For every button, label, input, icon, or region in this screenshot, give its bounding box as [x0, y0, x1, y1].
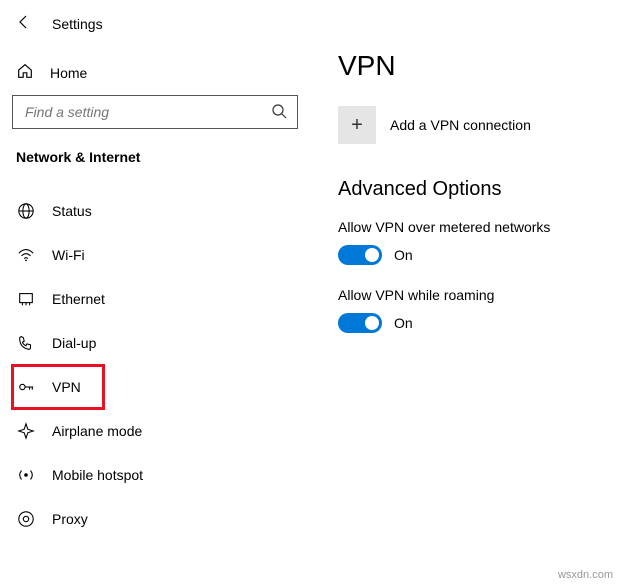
roaming-toggle[interactable]: [338, 313, 382, 333]
settings-title: Settings: [52, 16, 103, 32]
metered-label: Allow VPN over metered networks: [338, 219, 601, 235]
back-icon[interactable]: [16, 14, 32, 34]
sidebar-item-label: Ethernet: [52, 291, 105, 307]
home-link[interactable]: Home: [12, 54, 298, 95]
sidebar-item-hotspot[interactable]: Mobile hotspot: [12, 453, 298, 497]
phone-icon: [16, 334, 36, 352]
ethernet-icon: [16, 290, 36, 308]
home-label: Home: [50, 65, 87, 81]
watermark: wsxdn.com: [558, 569, 613, 581]
metered-toggle-row: On: [338, 245, 601, 265]
header: Settings: [12, 14, 298, 34]
sidebar-item-ethernet[interactable]: Ethernet: [12, 277, 298, 321]
sidebar-item-label: VPN: [52, 379, 81, 395]
page-title: VPN: [338, 50, 601, 82]
metered-toggle[interactable]: [338, 245, 382, 265]
content: VPN + Add a VPN connection Advanced Opti…: [310, 0, 621, 585]
section-label: Network & Internet: [12, 145, 298, 189]
roaming-label: Allow VPN while roaming: [338, 287, 601, 303]
hotspot-icon: [16, 466, 36, 484]
sidebar-item-label: Status: [52, 203, 92, 219]
sidebar-item-label: Airplane mode: [52, 423, 142, 439]
wifi-icon: [16, 246, 36, 264]
sidebar-item-wifi[interactable]: Wi-Fi: [12, 233, 298, 277]
airplane-icon: [16, 422, 36, 440]
vpn-icon: [16, 378, 36, 396]
search-icon: [271, 103, 287, 122]
sidebar-item-dialup[interactable]: Dial-up: [12, 321, 298, 365]
search-box[interactable]: [12, 95, 298, 129]
sidebar-item-airplane[interactable]: Airplane mode: [12, 409, 298, 453]
globe-icon: [16, 202, 36, 220]
roaming-toggle-row: On: [338, 313, 601, 333]
metered-state: On: [394, 247, 413, 263]
advanced-heading: Advanced Options: [338, 178, 601, 201]
add-vpn-label: Add a VPN connection: [390, 117, 531, 133]
sidebar-item-label: Dial-up: [52, 335, 96, 351]
sidebar-item-label: Mobile hotspot: [52, 467, 143, 483]
sidebar-item-label: Proxy: [52, 511, 88, 527]
sidebar: Settings Home Network & Internet Status: [0, 0, 310, 585]
sidebar-item-proxy[interactable]: Proxy: [12, 497, 298, 541]
sidebar-item-status[interactable]: Status: [12, 189, 298, 233]
proxy-icon: [16, 510, 36, 528]
search-input[interactable]: [23, 103, 271, 121]
home-icon: [16, 62, 34, 83]
plus-icon: +: [338, 106, 376, 144]
add-vpn-button[interactable]: + Add a VPN connection: [338, 106, 601, 144]
sidebar-item-vpn[interactable]: VPN: [12, 365, 104, 409]
roaming-state: On: [394, 315, 413, 331]
sidebar-item-label: Wi-Fi: [52, 247, 85, 263]
